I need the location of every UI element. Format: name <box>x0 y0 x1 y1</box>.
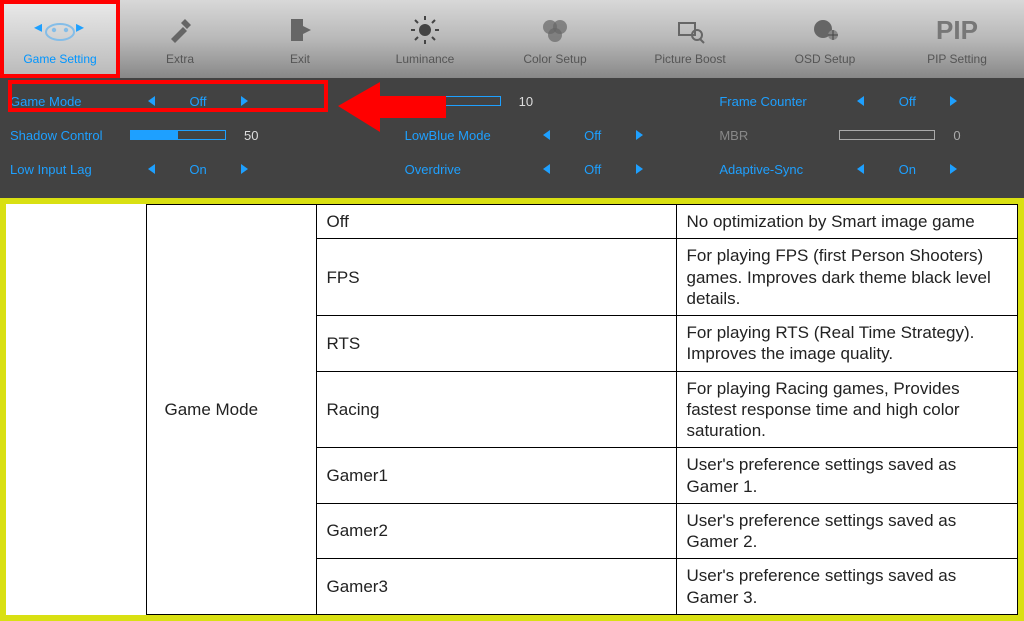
exit-icon <box>285 12 315 48</box>
mode-cell: FPS <box>316 239 676 316</box>
setting-label: Adaptive-Sync <box>719 162 839 177</box>
tab-label: Picture Boost <box>654 52 725 66</box>
slider <box>839 130 935 140</box>
arrow-right-icon[interactable] <box>241 96 248 106</box>
mode-cell: Gamer1 <box>316 448 676 504</box>
setting-value: Off <box>568 128 618 143</box>
arrow-right-icon[interactable] <box>950 96 957 106</box>
setting-game-mode[interactable]: Game Mode Off <box>10 84 305 118</box>
setting-label: Low Input Lag <box>10 162 130 177</box>
setting-value: Off <box>173 94 223 109</box>
tab-label: Extra <box>166 52 194 66</box>
mode-cell: Gamer3 <box>316 559 676 615</box>
setting-value: 50 <box>244 128 284 143</box>
magnify-icon <box>675 12 705 48</box>
setting-value: Off <box>568 162 618 177</box>
setting-lowblue-mode[interactable]: LowBlue Mode Off <box>405 118 700 152</box>
tab-label: Color Setup <box>523 52 586 66</box>
table-row: Game Mode Off No optimization by Smart i… <box>6 205 1018 239</box>
mode-cell: Off <box>316 205 676 239</box>
desc-cell: User's preference settings saved as Game… <box>676 448 1018 504</box>
setting-value: On <box>882 162 932 177</box>
mode-cell: Gamer2 <box>316 503 676 559</box>
setting-adaptive-sync[interactable]: Adaptive-Sync On <box>719 152 1014 186</box>
settings-col-1: Game Mode Off Shadow Control 50 Low Inpu… <box>0 84 315 186</box>
desc-cell: For playing RTS (Real Time Strategy). Im… <box>676 316 1018 372</box>
desc-cell: For playing FPS (first Person Shooters) … <box>676 239 1018 316</box>
tab-label: PIP Setting <box>927 52 987 66</box>
tab-luminance[interactable]: Luminance <box>360 0 490 78</box>
tab-label: Game Setting <box>23 52 96 66</box>
desc-cell: For playing Racing games, Provides faste… <box>676 371 1018 448</box>
arrow-left-icon[interactable] <box>148 164 155 174</box>
setting-label: LowBlue Mode <box>405 128 525 143</box>
svg-text:▸: ▸ <box>76 19 84 36</box>
tools-icon <box>165 12 195 48</box>
arrow-right-icon[interactable] <box>636 164 643 174</box>
tab-label: Exit <box>290 52 310 66</box>
settings-col-2: 10 LowBlue Mode Off Overdrive Off <box>315 84 710 186</box>
setting-value: 10 <box>519 94 559 109</box>
mode-cell: RTS <box>316 316 676 372</box>
game-mode-table: Game Mode Off No optimization by Smart i… <box>6 204 1018 615</box>
slider[interactable] <box>405 96 501 106</box>
arrow-right-icon[interactable] <box>950 164 957 174</box>
desc-cell: No optimization by Smart image game <box>676 205 1018 239</box>
tab-game-setting[interactable]: ◂ ▸ Game Setting <box>0 0 120 78</box>
tab-osd-setup[interactable]: OSD Setup <box>760 0 890 78</box>
setting-label: Game Mode <box>10 94 130 109</box>
arrow-left-icon[interactable] <box>543 130 550 140</box>
setting-low-input-lag[interactable]: Low Input Lag On <box>10 152 305 186</box>
arrow-left-icon[interactable] <box>543 164 550 174</box>
setting-mbr: MBR 0 <box>719 118 1014 152</box>
gear-globe-icon <box>809 12 841 48</box>
gamepad-icon: ◂ ▸ <box>32 12 88 48</box>
arrow-right-icon[interactable] <box>241 164 248 174</box>
arrow-right-icon[interactable] <box>636 130 643 140</box>
tab-exit[interactable]: Exit <box>240 0 360 78</box>
tab-color-setup[interactable]: Color Setup <box>490 0 620 78</box>
brightness-icon <box>410 12 440 48</box>
setting-gamma-slider[interactable]: 10 <box>405 84 700 118</box>
setting-overdrive[interactable]: Overdrive Off <box>405 152 700 186</box>
desc-cell: User's preference settings saved as Game… <box>676 559 1018 615</box>
setting-label: Shadow Control <box>10 128 130 143</box>
setting-shadow-control[interactable]: Shadow Control 50 <box>10 118 305 152</box>
osd-top-tabs: ◂ ▸ Game Setting Extra Exit <box>0 0 1024 78</box>
setting-value: Off <box>882 94 932 109</box>
tab-extra[interactable]: Extra <box>120 0 240 78</box>
setting-value: 0 <box>953 128 993 143</box>
setting-label: Frame Counter <box>719 94 839 109</box>
pip-text-icon: PIP <box>936 12 978 48</box>
setting-frame-counter[interactable]: Frame Counter Off <box>719 84 1014 118</box>
slider[interactable] <box>130 130 226 140</box>
svg-text:◂: ◂ <box>34 19 42 36</box>
arrow-left-icon[interactable] <box>148 96 155 106</box>
arrow-left-icon[interactable] <box>857 164 864 174</box>
setting-label: Overdrive <box>405 162 525 177</box>
desc-cell: User's preference settings saved as Game… <box>676 503 1018 559</box>
tab-picture-boost[interactable]: Picture Boost <box>620 0 760 78</box>
tab-label: Luminance <box>396 52 455 66</box>
tab-pip-setting[interactable]: PIP PIP Setting <box>890 0 1024 78</box>
osd-panel: ◂ ▸ Game Setting Extra Exit <box>0 0 1024 621</box>
table-header-cell: Game Mode <box>146 205 316 615</box>
arrow-left-icon[interactable] <box>857 96 864 106</box>
mode-cell: Racing <box>316 371 676 448</box>
osd-settings-area: Game Mode Off Shadow Control 50 Low Inpu… <box>0 78 1024 198</box>
color-icon <box>538 12 572 48</box>
setting-value: On <box>173 162 223 177</box>
settings-col-3: Frame Counter Off MBR 0 Adaptive-Sync On <box>709 84 1024 186</box>
game-mode-table-wrap: Game Mode Off No optimization by Smart i… <box>0 198 1024 621</box>
tab-label: OSD Setup <box>795 52 856 66</box>
setting-label: MBR <box>719 128 839 143</box>
